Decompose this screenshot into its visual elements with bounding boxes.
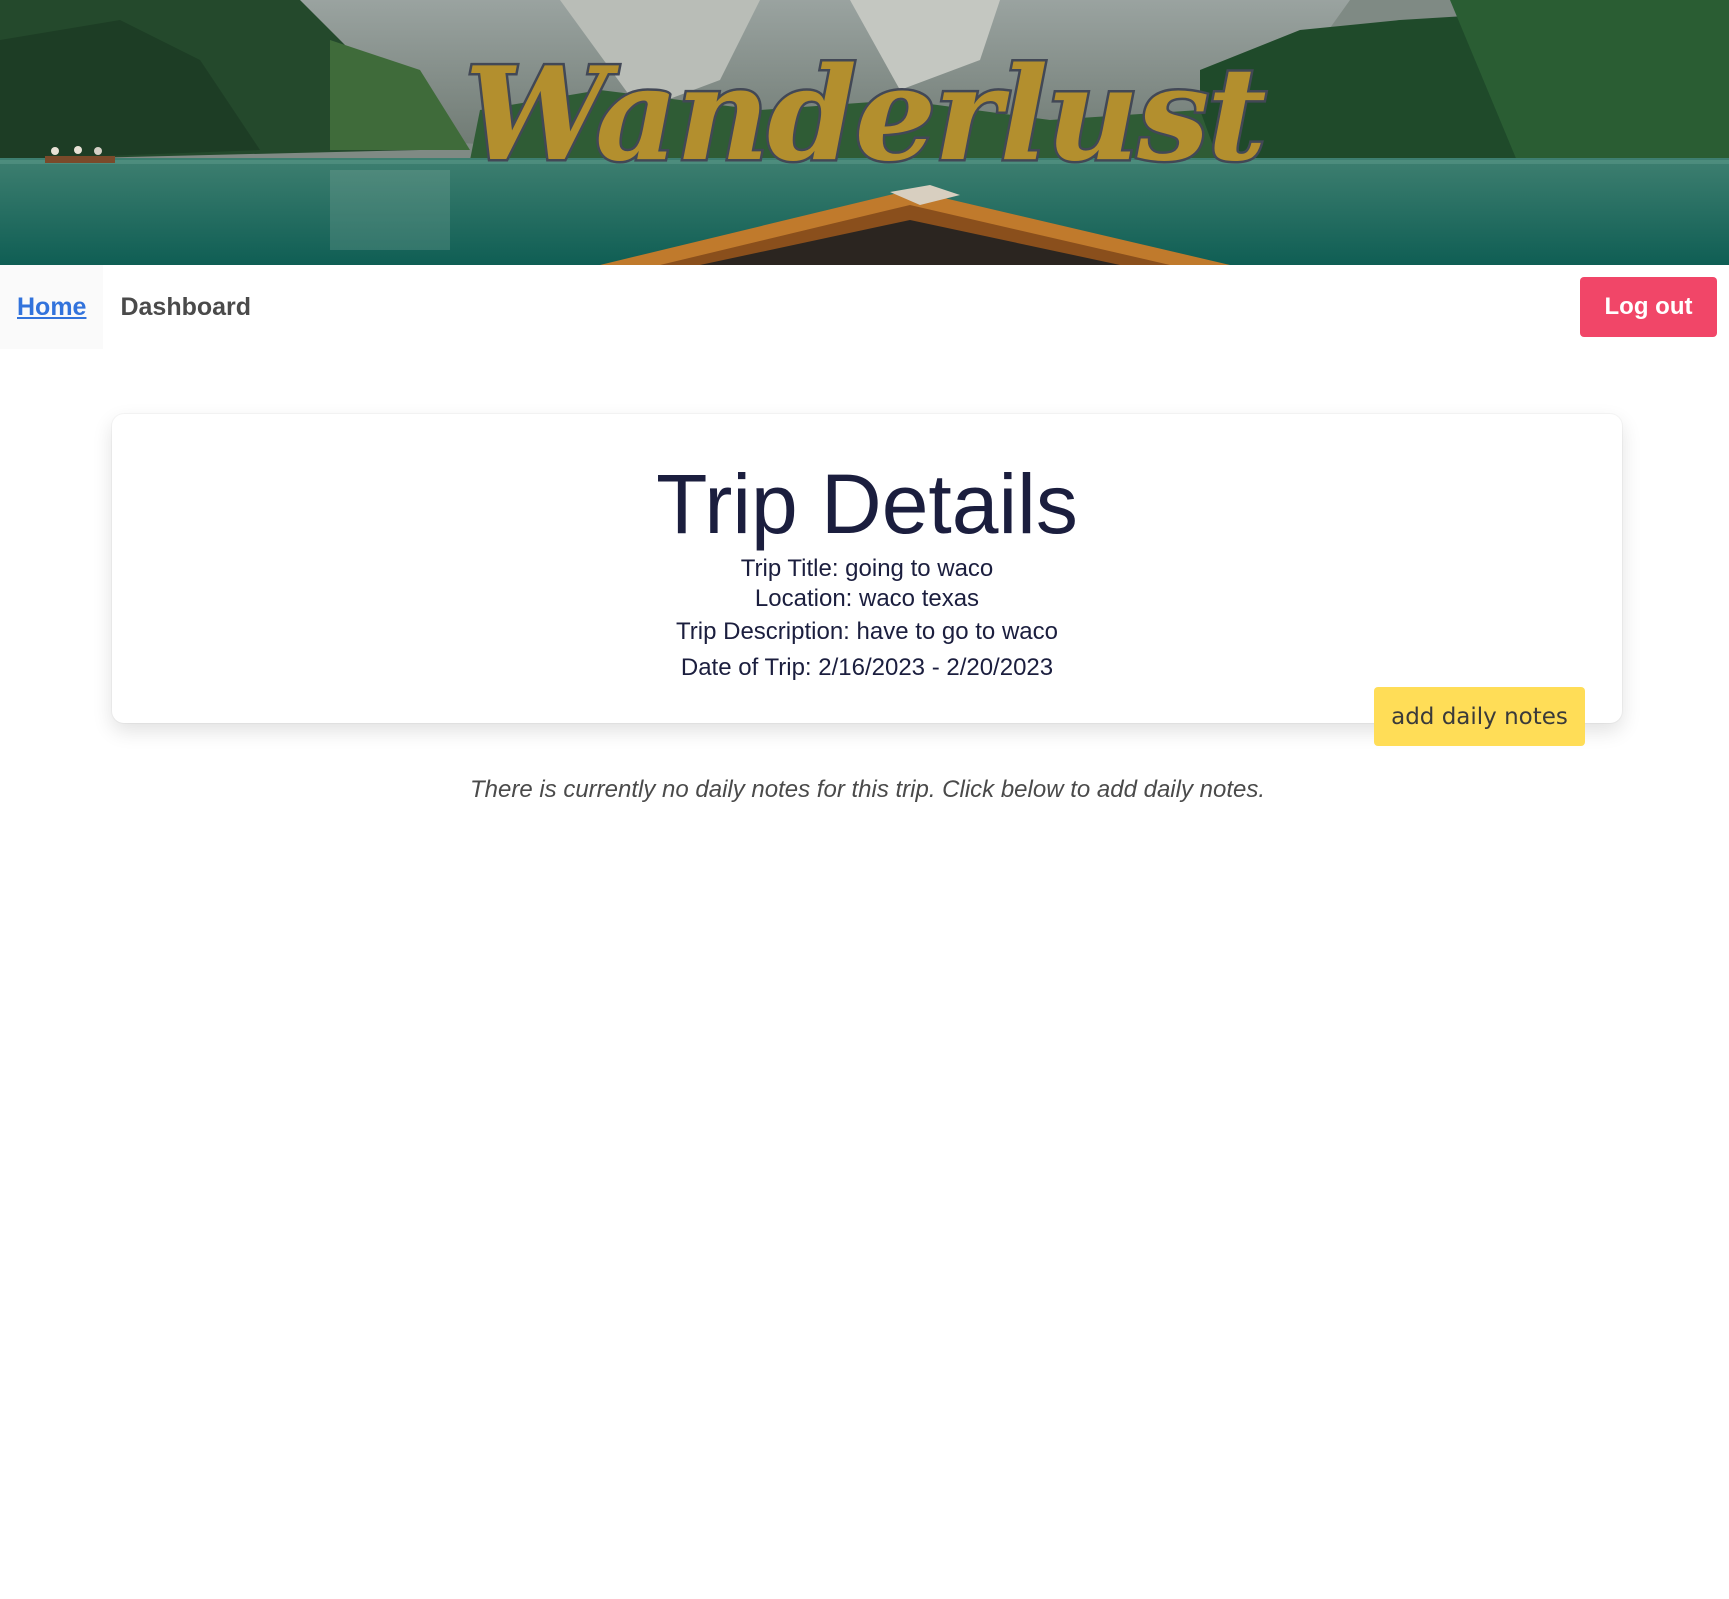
trip-title-text: Trip Title: going to waco — [740, 555, 994, 582]
logout-button[interactable]: Log out — [1580, 277, 1717, 337]
page-title: Trip Details — [656, 457, 1078, 551]
trip-details-card: Trip Details Trip Title: going to waco L… — [112, 414, 1622, 723]
empty-notes-message: There is currently no daily notes for th… — [469, 776, 1266, 803]
trip-description-text: Trip Description: have to go to waco — [676, 618, 1058, 645]
nav-dashboard-link[interactable]: Dashboard — [103, 265, 268, 349]
brand-logo: Wanderlust — [462, 38, 1269, 193]
navbar: Home Dashboard Log out — [0, 265, 1729, 349]
hero-banner: Wanderlust — [0, 0, 1729, 265]
nav-home-link[interactable]: Home — [0, 265, 104, 349]
add-daily-notes-button[interactable]: add daily notes — [1374, 687, 1585, 746]
trip-date-text: Date of Trip: 2/16/2023 - 2/20/2023 — [680, 654, 1054, 681]
trip-location-text: Location: waco texas — [754, 585, 980, 612]
